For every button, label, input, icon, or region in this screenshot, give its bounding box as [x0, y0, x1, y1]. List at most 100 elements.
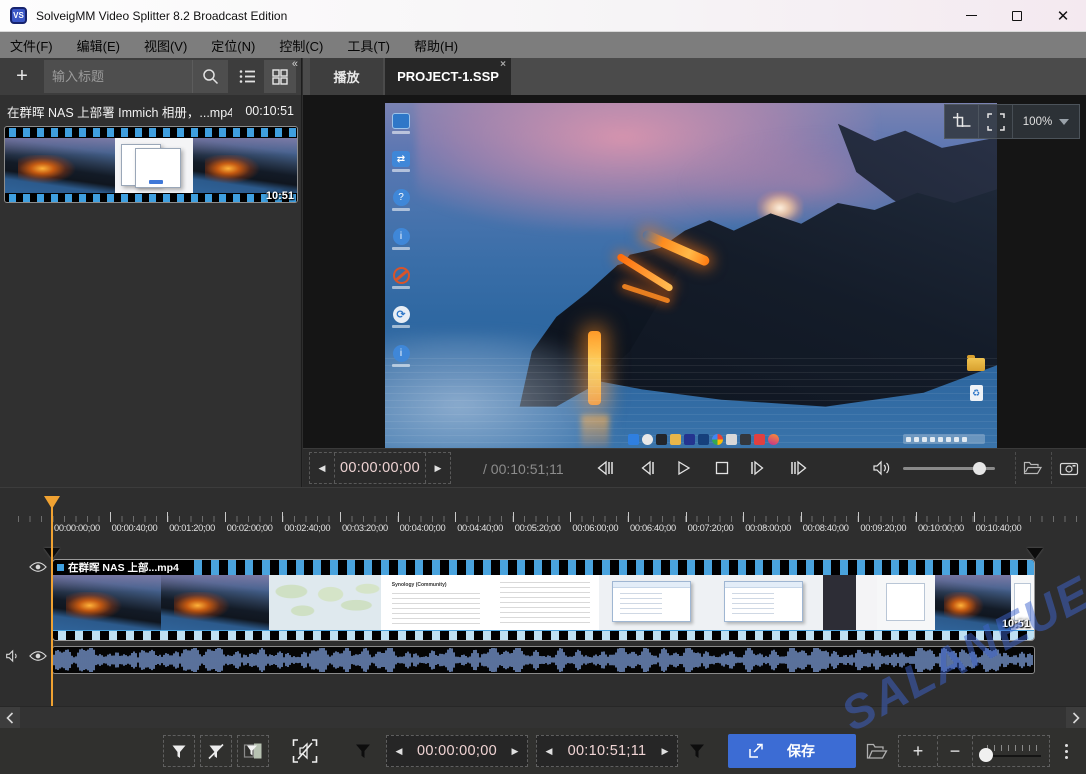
- snapshot-button[interactable]: [1051, 452, 1085, 484]
- search-input[interactable]: [44, 60, 192, 93]
- save-button[interactable]: 保存: [728, 734, 856, 768]
- end-time-back-button[interactable]: ◀: [537, 736, 561, 766]
- clip-end-marker[interactable]: [1027, 548, 1043, 559]
- volume-slider-knob[interactable]: [973, 462, 986, 475]
- zoom-slider-knob[interactable]: [979, 748, 993, 762]
- ruler-label: 00:09:20;00: [860, 523, 906, 533]
- timeline-audio-clip[interactable]: [52, 646, 1035, 674]
- menu-item-1[interactable]: 编辑(E): [77, 36, 120, 55]
- scroll-left-button[interactable]: [0, 707, 20, 729]
- zoom-level-value: 100%: [1023, 116, 1052, 128]
- menu-item-2[interactable]: 视图(V): [144, 36, 187, 55]
- title-bar: VS SolveigMM Video Splitter 8.2 Broadcas…: [0, 0, 1086, 32]
- zoom-out-button[interactable]: −: [938, 736, 972, 766]
- audio-track-visibility-toggle[interactable]: [29, 650, 47, 662]
- volume-button[interactable]: [869, 452, 895, 484]
- volume-icon: [872, 460, 892, 476]
- marker-funnel-remove-icon: [207, 743, 225, 760]
- minimize-button[interactable]: [948, 0, 994, 32]
- tab-project[interactable]: PROJECT-1.SSP ×: [385, 58, 511, 95]
- volume-slider[interactable]: [903, 467, 995, 470]
- clip-duration-badge: 10:51: [1002, 618, 1030, 630]
- audio-track-mute-toggle[interactable]: [5, 649, 22, 663]
- zoom-level-dropdown[interactable]: 100%: [1013, 105, 1079, 138]
- mute-fragment-button[interactable]: [286, 735, 324, 767]
- video-track-visibility-toggle[interactable]: [29, 561, 47, 573]
- stop-button[interactable]: [709, 452, 735, 484]
- timeline-scrollbar[interactable]: [0, 706, 1086, 728]
- end-marker-dropdown[interactable]: [682, 735, 712, 767]
- zoom-in-button[interactable]: +: [899, 736, 937, 766]
- start-time-forward-button[interactable]: ▶: [503, 736, 527, 766]
- play-icon: [677, 460, 691, 476]
- ruler-label: 00:04:00;00: [400, 523, 446, 533]
- ruler-tick: [513, 512, 514, 522]
- fragment-end-timecode[interactable]: 00:10:51;11: [561, 736, 653, 766]
- time-step-back-button[interactable]: ◀: [310, 453, 334, 483]
- ruler-label: 00:10:00;00: [918, 523, 964, 533]
- media-item-thumbnail[interactable]: 10:51: [4, 126, 298, 203]
- chevron-down-icon: [1059, 119, 1069, 125]
- timeline-zoom-slider[interactable]: [973, 736, 1049, 766]
- maximize-icon: [1012, 11, 1022, 21]
- prev-keyframe-button[interactable]: [591, 452, 617, 484]
- menu-item-3[interactable]: 定位(N): [211, 36, 255, 55]
- fragment-start-timecode[interactable]: 00:00:00;00: [411, 736, 503, 766]
- next-frame-button[interactable]: [745, 452, 771, 484]
- video-system-tray: [903, 434, 985, 444]
- next-frame-icon: [750, 460, 767, 476]
- library-toolbar: + «: [0, 58, 302, 95]
- video-frame[interactable]: ⇄ ? i ⟳ i ♻: [385, 103, 997, 448]
- menu-item-5[interactable]: 工具(T): [347, 36, 390, 55]
- filter-black-icon: [354, 743, 372, 759]
- list-view-icon: [239, 69, 256, 84]
- filmstrip-sprockets-top: [5, 128, 297, 137]
- filmstrip-sprockets-bottom: [5, 194, 297, 203]
- cut-fragment-button[interactable]: [237, 735, 269, 767]
- play-button[interactable]: [671, 452, 697, 484]
- ruler-tick: [110, 512, 111, 522]
- current-timecode[interactable]: 00:00:00;00: [334, 453, 426, 483]
- thumbnail-duration-badge: 10:51: [266, 190, 294, 202]
- add-marker-button[interactable]: [163, 735, 195, 767]
- menu-item-4[interactable]: 控制(C): [279, 36, 323, 55]
- next-keyframe-button[interactable]: [787, 452, 813, 484]
- close-button[interactable]: ✕: [1040, 0, 1086, 32]
- remove-marker-button[interactable]: [200, 735, 232, 767]
- ruler-tick: [282, 512, 283, 522]
- fullscreen-button[interactable]: [979, 105, 1013, 138]
- crop-button[interactable]: [945, 105, 979, 138]
- grid-view-icon: [272, 69, 288, 85]
- next-keyframe-icon: [790, 460, 810, 476]
- time-step-forward-button[interactable]: ▶: [426, 453, 450, 483]
- media-item-row[interactable]: 在群晖 NAS 上部署 Immich 相册，...mp4 00:10:51: [0, 100, 301, 122]
- playhead-line[interactable]: [51, 506, 53, 706]
- maximize-button[interactable]: [994, 0, 1040, 32]
- output-folder-button[interactable]: [858, 735, 896, 767]
- more-options-button[interactable]: [1056, 735, 1076, 767]
- thumb-lava-frame: [193, 138, 297, 193]
- search-button[interactable]: [192, 60, 228, 93]
- stop-icon: [715, 461, 729, 475]
- add-media-button[interactable]: +: [2, 60, 42, 93]
- prev-frame-icon: [638, 460, 655, 476]
- end-time-forward-button[interactable]: ▶: [653, 736, 677, 766]
- timeline-video-clip[interactable]: 在群晖 NAS 上部...mp4 Synology (Community): [52, 559, 1035, 641]
- menu-item-6[interactable]: 帮助(H): [414, 36, 458, 55]
- ruler-minor-ticks: [18, 516, 1078, 522]
- start-time-back-button[interactable]: ◀: [387, 736, 411, 766]
- tab-close-icon[interactable]: ×: [500, 59, 506, 70]
- collapse-panel-button[interactable]: «: [292, 59, 298, 70]
- ruler-label: 00:06:00;00: [572, 523, 618, 533]
- list-view-button[interactable]: [232, 60, 262, 93]
- prev-frame-button[interactable]: [633, 452, 659, 484]
- open-file-button[interactable]: [1015, 452, 1049, 484]
- start-marker-dropdown[interactable]: [348, 735, 378, 767]
- scroll-right-button[interactable]: [1066, 707, 1086, 729]
- tab-play[interactable]: 播放: [310, 58, 383, 95]
- menu-bar: 文件(F) 编辑(E) 视图(V) 定位(N) 控制(C) 工具(T) 帮助(H): [0, 32, 1086, 58]
- timeline[interactable]: 00:00:00;0000:00:40;0000:01:20;0000:02:0…: [0, 487, 1086, 706]
- menu-item-0[interactable]: 文件(F): [10, 36, 53, 55]
- bottom-toolbar: ◀ 00:00:00;00 ▶ ◀ 00:10:51;11 ▶ 保存 +: [0, 728, 1086, 774]
- ruler-tick: [686, 512, 687, 522]
